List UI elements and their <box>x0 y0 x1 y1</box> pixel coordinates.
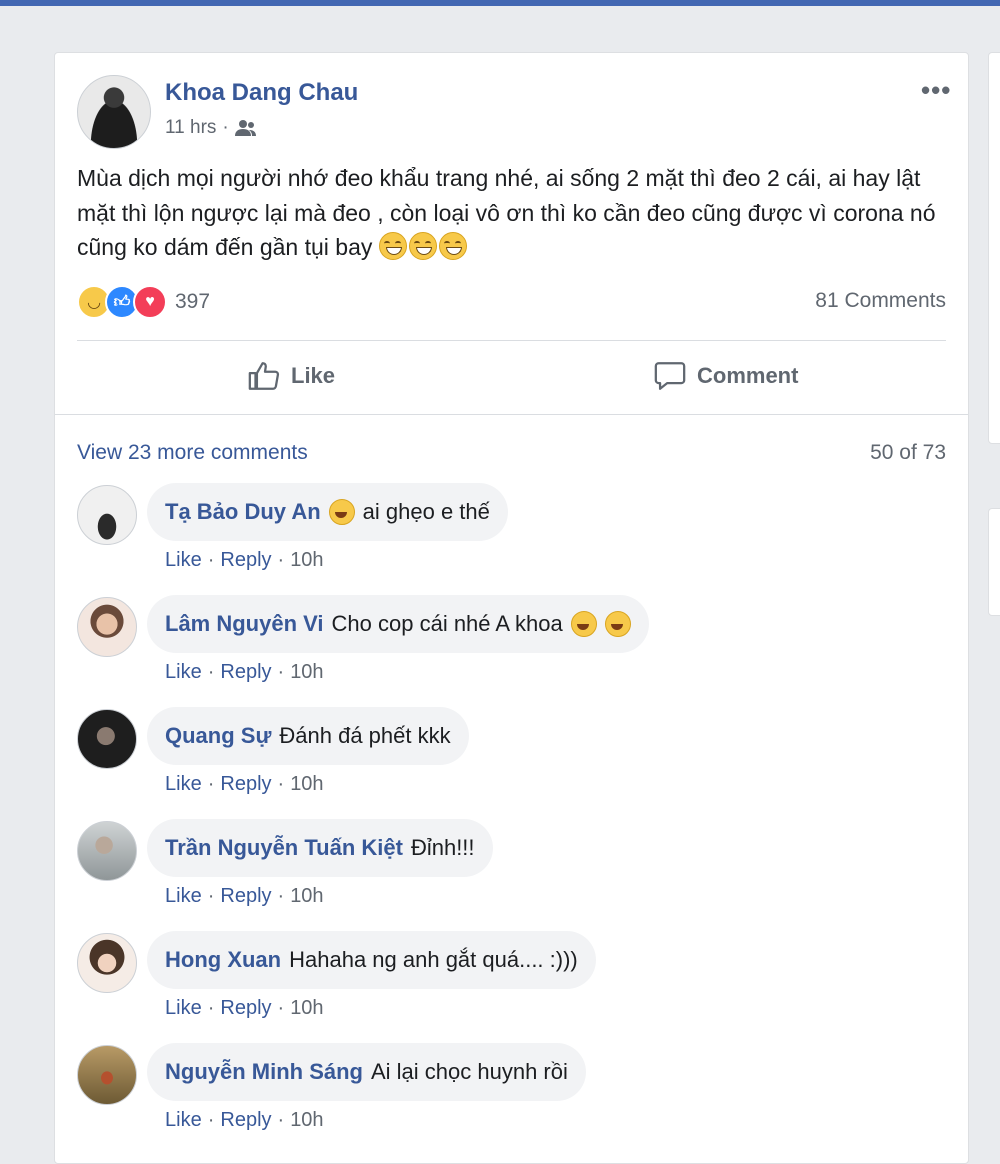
comment-bubble: Nguyễn Minh Sáng Ai lại chọc huynh rồi <box>147 1043 586 1101</box>
separator: · <box>207 549 215 571</box>
separator: · <box>207 997 215 1019</box>
comment-reply-link[interactable]: Reply <box>220 773 271 796</box>
separator: · <box>207 773 215 795</box>
comment-actions: Like · Reply · 10h <box>165 1109 324 1132</box>
like-button[interactable]: Like <box>247 359 335 393</box>
comment-text: Đánh đá phết kkk <box>279 723 451 748</box>
comment-reply-link[interactable]: Reply <box>220 885 271 908</box>
post-time[interactable]: 11 hrs <box>165 117 216 139</box>
separator: · <box>277 549 285 571</box>
separator: · <box>277 773 285 795</box>
comment-like-link[interactable]: Like <box>165 549 202 572</box>
reaction-summary[interactable]: ◡ 👍︎ ♥ 397 <box>77 285 210 319</box>
top-navigation-bar <box>0 0 1000 6</box>
more-options-icon[interactable]: ••• <box>921 75 951 106</box>
separator: · <box>277 997 285 1019</box>
like-button-label: Like <box>291 363 336 388</box>
separator: · <box>277 885 285 907</box>
comment-time[interactable]: 10h <box>290 773 323 796</box>
separator: · <box>207 661 215 683</box>
divider <box>77 340 946 341</box>
grin-emoji-icon <box>408 232 437 260</box>
comment-actions: Like · Reply · 10h <box>165 661 324 684</box>
comment-time[interactable]: 10h <box>290 549 323 572</box>
comment-icon <box>654 362 686 390</box>
post-meta: 11 hrs · <box>165 117 257 139</box>
comment-like-link[interactable]: Like <box>165 773 202 796</box>
comment-reply-link[interactable]: Reply <box>220 549 271 572</box>
comment-bubble: Hong Xuan Hahaha ng anh gắt quá.... :))) <box>147 931 596 989</box>
comments-pager: 50 of 73 <box>870 441 946 464</box>
commenter-name[interactable]: Trần Nguyễn Tuấn Kiệt <box>165 835 403 861</box>
side-panel-card <box>988 508 1000 616</box>
comment-like-link[interactable]: Like <box>165 661 202 684</box>
divider <box>55 414 968 415</box>
grin-emoji-icon <box>378 232 407 260</box>
grin-emoji-icon <box>438 232 467 260</box>
comment-button[interactable]: Comment <box>653 359 798 393</box>
comment-reply-link[interactable]: Reply <box>220 1109 271 1132</box>
rofl-emoji-icon <box>604 611 631 637</box>
commenter-avatar[interactable] <box>77 597 137 657</box>
post-author-name[interactable]: Khoa Dang Chau <box>165 79 358 107</box>
commenter-avatar[interactable] <box>77 933 137 993</box>
commenter-name[interactable]: Lâm Nguyên Vi <box>165 611 324 637</box>
comment-like-link[interactable]: Like <box>165 885 202 908</box>
commenter-name[interactable]: Quang Sự <box>165 723 271 749</box>
comment-like-link[interactable]: Like <box>165 1109 202 1132</box>
comment-item: Trần Nguyễn Tuấn Kiệt Đỉnh!!! Like · Rep… <box>77 819 937 931</box>
view-more-comments-link[interactable]: View 23 more comments <box>77 441 308 465</box>
thumbs-up-icon <box>248 362 280 390</box>
rofl-emoji-icon <box>570 611 597 637</box>
commenter-name[interactable]: Tạ Bảo Duy An <box>165 499 321 525</box>
comment-text: Hahaha ng anh gắt quá.... :))) <box>289 947 578 972</box>
comment-item: Hong Xuan Hahaha ng anh gắt quá.... :)))… <box>77 931 937 1043</box>
comment-time[interactable]: 10h <box>290 997 323 1020</box>
comment-text: Ai lại chọc huynh rồi <box>371 1059 568 1084</box>
comment-bubble: Tạ Bảo Duy An ai ghẹo e thế <box>147 483 508 541</box>
comment-actions: Like · Reply · 10h <box>165 997 324 1020</box>
author-avatar[interactable] <box>77 75 151 149</box>
comments-count[interactable]: 81 Comments <box>815 289 946 313</box>
comment-bubble: Quang Sự Đánh đá phết kkk <box>147 707 469 765</box>
comment-bubble: Trần Nguyễn Tuấn Kiệt Đỉnh!!! <box>147 819 493 877</box>
commenter-avatar[interactable] <box>77 821 137 881</box>
separator: · <box>277 661 285 683</box>
comment-text: ai ghẹo e thế <box>362 499 490 524</box>
comment-bubble: Lâm Nguyên Vi Cho cop cái nhé A khoa <box>147 595 649 653</box>
comment-reply-link[interactable]: Reply <box>220 997 271 1020</box>
love-reaction-icon: ♥ <box>133 285 167 319</box>
separator: · <box>207 1109 215 1131</box>
friends-audience-icon[interactable] <box>234 119 257 137</box>
side-panel-card <box>988 52 1000 444</box>
post-text: Mùa dịch mọi người nhớ đeo khẩu trang nh… <box>77 161 947 265</box>
comment-time[interactable]: 10h <box>290 885 323 908</box>
separator: · <box>277 1109 285 1131</box>
comment-item: Quang Sự Đánh đá phết kkk Like · Reply ·… <box>77 707 937 819</box>
comment-item: Lâm Nguyên Vi Cho cop cái nhé A khoa Lik… <box>77 595 937 707</box>
comment-time[interactable]: 10h <box>290 1109 323 1132</box>
commenter-name[interactable]: Nguyễn Minh Sáng <box>165 1059 363 1085</box>
comment-time[interactable]: 10h <box>290 661 323 684</box>
commenter-avatar[interactable] <box>77 485 137 545</box>
comment-like-link[interactable]: Like <box>165 997 202 1020</box>
commenter-name[interactable]: Hong Xuan <box>165 947 281 973</box>
commenter-avatar[interactable] <box>77 709 137 769</box>
comment-actions: Like · Reply · 10h <box>165 549 324 572</box>
separator: · <box>207 885 215 907</box>
comment-item: Nguyễn Minh Sáng Ai lại chọc huynh rồi L… <box>77 1043 937 1155</box>
comment-button-label: Comment <box>697 363 799 388</box>
laughing-emoji-icon <box>328 499 355 525</box>
comment-text: Cho cop cái nhé A khoa <box>331 611 563 636</box>
comment-reply-link[interactable]: Reply <box>220 661 271 684</box>
comment-item: Tạ Bảo Duy An ai ghẹo e thế Like · Reply… <box>77 483 937 595</box>
comment-actions: Like · Reply · 10h <box>165 885 324 908</box>
post-body: Mùa dịch mọi người nhớ đeo khẩu trang nh… <box>77 165 936 260</box>
comment-text: Đỉnh!!! <box>410 835 475 860</box>
meta-separator: · <box>222 117 229 138</box>
reaction-count[interactable]: 397 <box>175 290 210 314</box>
commenter-avatar[interactable] <box>77 1045 137 1105</box>
comment-actions: Like · Reply · 10h <box>165 773 324 796</box>
post-card: Khoa Dang Chau 11 hrs · ••• Mùa dịch mọi… <box>54 52 969 1164</box>
